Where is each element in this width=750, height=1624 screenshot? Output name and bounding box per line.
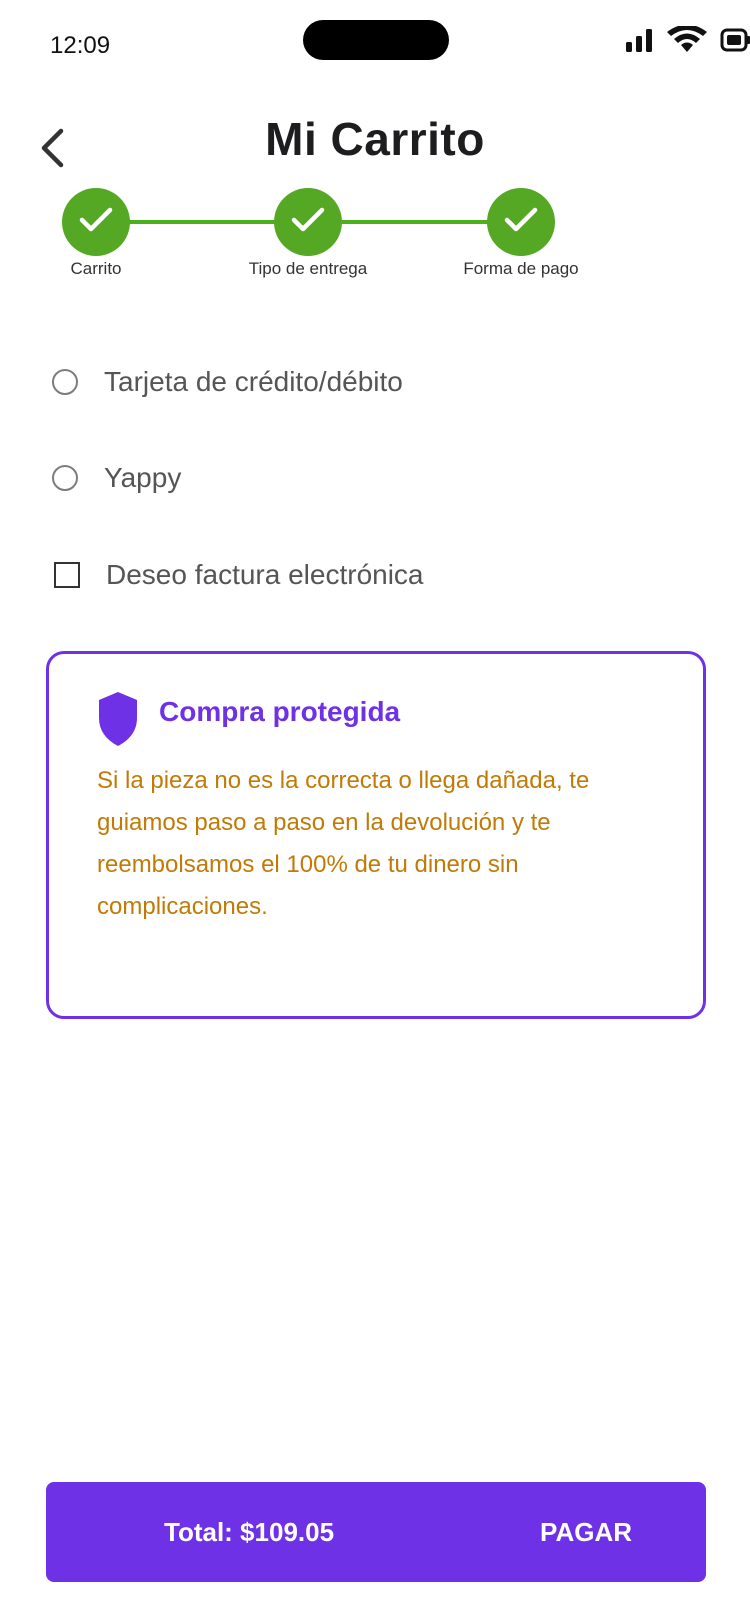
battery-icon [720, 27, 750, 53]
check-icon [78, 205, 114, 240]
protected-purchase-card: Compra protegida Si la pieza no es la co… [46, 651, 706, 1019]
status-time: 12:09 [50, 32, 111, 59]
step-2-circle [274, 188, 342, 256]
stepper-connector-1 [128, 220, 278, 224]
status-bar: 12:09 [0, 0, 750, 90]
pay-label: PAGAR [540, 1517, 632, 1547]
option-yappy-label: Yappy [104, 462, 182, 493]
step-3-label: Forma de pago [463, 259, 579, 278]
checkout-stepper: Carrito Tipo de entrega Forma de pago [0, 188, 750, 308]
status-icons [626, 26, 750, 54]
protected-purchase-text: Si la pieza no es la correcta o llega da… [97, 767, 590, 920]
option-yappy[interactable]: Yappy [52, 458, 181, 498]
signal-icon [626, 28, 654, 52]
radio-tarjeta[interactable] [52, 369, 78, 395]
stepper-connector-2 [340, 220, 490, 224]
option-factura[interactable]: Deseo factura electrónica [52, 555, 424, 595]
pay-button[interactable]: Total: $109.05 PAGAR [46, 1482, 706, 1582]
check-icon [290, 205, 326, 240]
step-3-circle [487, 188, 555, 256]
step-1-circle [62, 188, 130, 256]
radio-yappy[interactable] [52, 465, 78, 491]
checkbox-factura[interactable] [54, 562, 80, 588]
check-icon [503, 205, 539, 240]
option-tarjeta[interactable]: Tarjeta de crédito/débito [52, 362, 403, 402]
dynamic-island [303, 20, 449, 60]
shield-icon [97, 690, 139, 753]
protected-purchase-title: Compra protegida [159, 696, 401, 727]
option-tarjeta-label: Tarjeta de crédito/débito [104, 366, 403, 397]
wifi-icon [666, 26, 708, 54]
step-1-label: Carrito [70, 259, 122, 278]
total-amount: Total: $109.05 [164, 1517, 335, 1547]
step-2-label: Tipo de entrega [248, 259, 368, 278]
page-title: Mi Carrito [265, 113, 485, 165]
option-factura-label: Deseo factura electrónica [106, 559, 424, 590]
